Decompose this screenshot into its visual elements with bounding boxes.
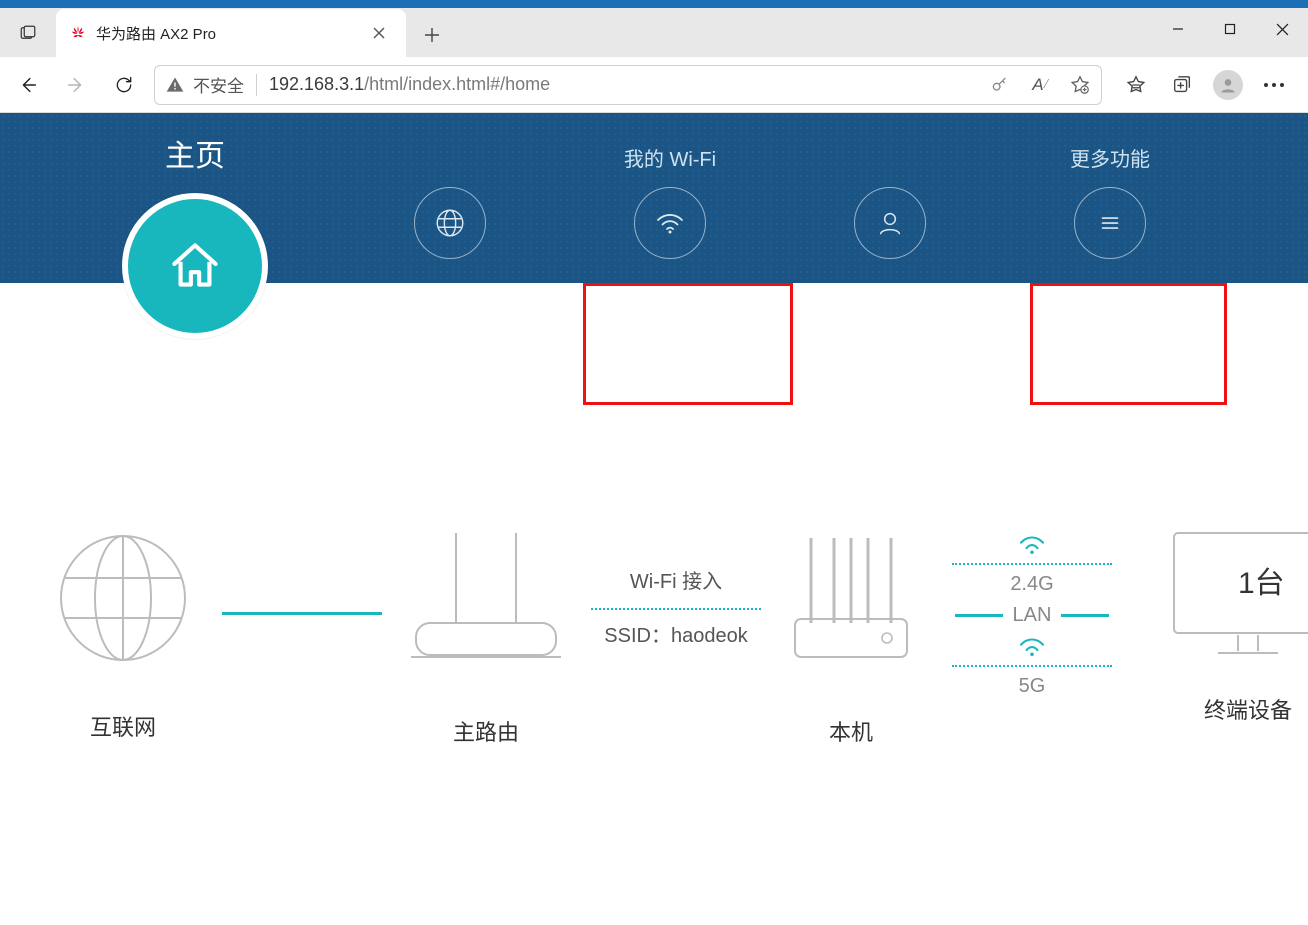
wifi-icon-ring xyxy=(634,187,706,259)
home-icon xyxy=(162,233,228,299)
plus-icon xyxy=(424,27,440,43)
wifi-icon xyxy=(652,205,688,241)
nav-more-label: 更多功能 xyxy=(1070,143,1150,171)
maximize-icon xyxy=(1224,23,1236,35)
refresh-icon xyxy=(114,75,134,95)
nav-refresh-button[interactable] xyxy=(102,63,146,107)
nav-home-label: 主页 xyxy=(165,139,225,167)
globe-icon xyxy=(433,206,467,240)
browser-toolbar: 不安全 192.168.3.1/html/index.html#/home A⧸ xyxy=(0,57,1308,113)
favorites-icon xyxy=(1125,74,1147,96)
ssid-label: SSID：haodeok xyxy=(604,620,747,652)
address-separator xyxy=(256,74,257,96)
password-key-icon[interactable] xyxy=(990,75,1010,95)
lan-label: LAN xyxy=(1013,604,1052,627)
menu-icon-ring xyxy=(1074,187,1146,259)
url-path: /html/index.html#/home xyxy=(364,74,550,94)
topo-main-router[interactable]: 主路由 xyxy=(396,523,576,747)
nav-home[interactable]: 主页 xyxy=(50,133,340,333)
tab-actions-button[interactable] xyxy=(0,9,56,57)
arrow-left-icon xyxy=(17,74,39,96)
monitor-icon: 1台 xyxy=(1168,523,1308,673)
main-nav: 主页 我的 Wi-Fi xyxy=(50,133,1308,293)
collections-button[interactable] xyxy=(1160,63,1204,107)
browser-tab-active[interactable]: 华为路由 AX2 Pro xyxy=(56,9,406,57)
tab-actions-icon xyxy=(19,24,37,42)
topo-terminals[interactable]: 1台 终端设备 xyxy=(1178,523,1308,725)
band-24g-label: 2.4G xyxy=(1010,573,1053,596)
url-host: 192.168.3.1 xyxy=(269,74,364,94)
page-content: 主页 我的 Wi-Fi xyxy=(0,113,1308,925)
minimize-icon xyxy=(1172,23,1184,35)
dotted-line-24g xyxy=(952,563,1112,565)
url-text: 192.168.3.1/html/index.html#/home xyxy=(269,74,550,95)
topo-wifi-link: Wi-Fi 接入 SSID：haodeok xyxy=(576,566,776,652)
band-5g-label: 5G xyxy=(1019,675,1046,698)
topo-internet-label: 互联网 xyxy=(90,710,156,742)
lan-line-right xyxy=(1061,614,1109,617)
nav-internet[interactable] xyxy=(340,133,560,259)
topo-lan-bands: 2.4G LAN 5G xyxy=(942,533,1122,698)
new-tab-button[interactable] xyxy=(412,15,452,55)
nav-devices[interactable] xyxy=(780,133,1000,259)
profile-button[interactable] xyxy=(1206,63,1250,107)
topo-link-line xyxy=(222,612,382,615)
read-aloud-icon[interactable]: A⧸ xyxy=(1032,75,1047,95)
header-band: 主页 我的 Wi-Fi xyxy=(0,113,1308,283)
highlight-box-wifi xyxy=(583,283,793,405)
topo-main-router-label: 主路由 xyxy=(453,715,519,747)
favorite-star-icon[interactable] xyxy=(1069,74,1091,96)
terminal-count-text: 1台 xyxy=(1238,567,1285,600)
highlight-box-more xyxy=(1030,283,1227,405)
nav-more[interactable]: 更多功能 xyxy=(1000,133,1220,259)
user-icon-ring xyxy=(854,187,926,259)
this-router-icon xyxy=(781,523,921,673)
nav-my-wifi[interactable]: 我的 Wi-Fi xyxy=(560,133,780,259)
menu-icon xyxy=(1095,208,1125,238)
wifi-5g-icon xyxy=(1015,635,1049,657)
more-menu-button[interactable] xyxy=(1252,63,1296,107)
window-close-button[interactable] xyxy=(1256,8,1308,50)
topo-internet[interactable]: 互联网 xyxy=(38,528,208,742)
nav-back-button[interactable] xyxy=(6,63,50,107)
close-icon xyxy=(1276,23,1289,36)
nav-forward-button[interactable] xyxy=(54,63,98,107)
wifi-access-label: Wi-Fi 接入 xyxy=(630,566,722,598)
tab-close-button[interactable] xyxy=(370,24,388,42)
tab-title: 华为路由 AX2 Pro xyxy=(96,23,216,44)
topo-terminals-label: 终端设备 xyxy=(1204,693,1292,725)
lan-line-left xyxy=(955,614,1003,617)
main-router-icon xyxy=(401,523,571,673)
collections-icon xyxy=(1171,74,1193,96)
insecure-label: 不安全 xyxy=(193,72,244,97)
topo-this-device[interactable]: 本机 xyxy=(776,523,926,747)
close-icon xyxy=(373,27,385,39)
browser-tab-strip: 华为路由 AX2 Pro xyxy=(0,0,1308,57)
window-controls xyxy=(1152,8,1308,50)
topo-this-device-label: 本机 xyxy=(829,715,873,747)
window-minimize-button[interactable] xyxy=(1152,8,1204,50)
huawei-logo-icon xyxy=(70,25,86,41)
address-bar[interactable]: 不安全 192.168.3.1/html/index.html#/home A⧸ xyxy=(154,65,1102,105)
user-icon xyxy=(874,207,906,239)
globe-icon-ring xyxy=(414,187,486,259)
security-indicator[interactable]: 不安全 xyxy=(165,72,244,97)
avatar-icon xyxy=(1213,70,1243,100)
internet-globe-icon xyxy=(53,528,193,668)
dotted-connector xyxy=(591,608,761,610)
ellipsis-icon xyxy=(1263,82,1285,88)
insecure-warning-icon xyxy=(165,75,185,95)
arrow-right-icon xyxy=(65,74,87,96)
dotted-line-5g xyxy=(952,665,1112,667)
network-topology: 互联网 主路由 Wi-Fi 接入 SSID：haodeok xyxy=(38,523,1308,747)
wifi-24g-icon xyxy=(1015,533,1049,555)
home-icon-circle xyxy=(122,193,268,339)
favorites-button[interactable] xyxy=(1114,63,1158,107)
nav-my-wifi-label: 我的 Wi-Fi xyxy=(624,143,716,171)
window-maximize-button[interactable] xyxy=(1204,8,1256,50)
